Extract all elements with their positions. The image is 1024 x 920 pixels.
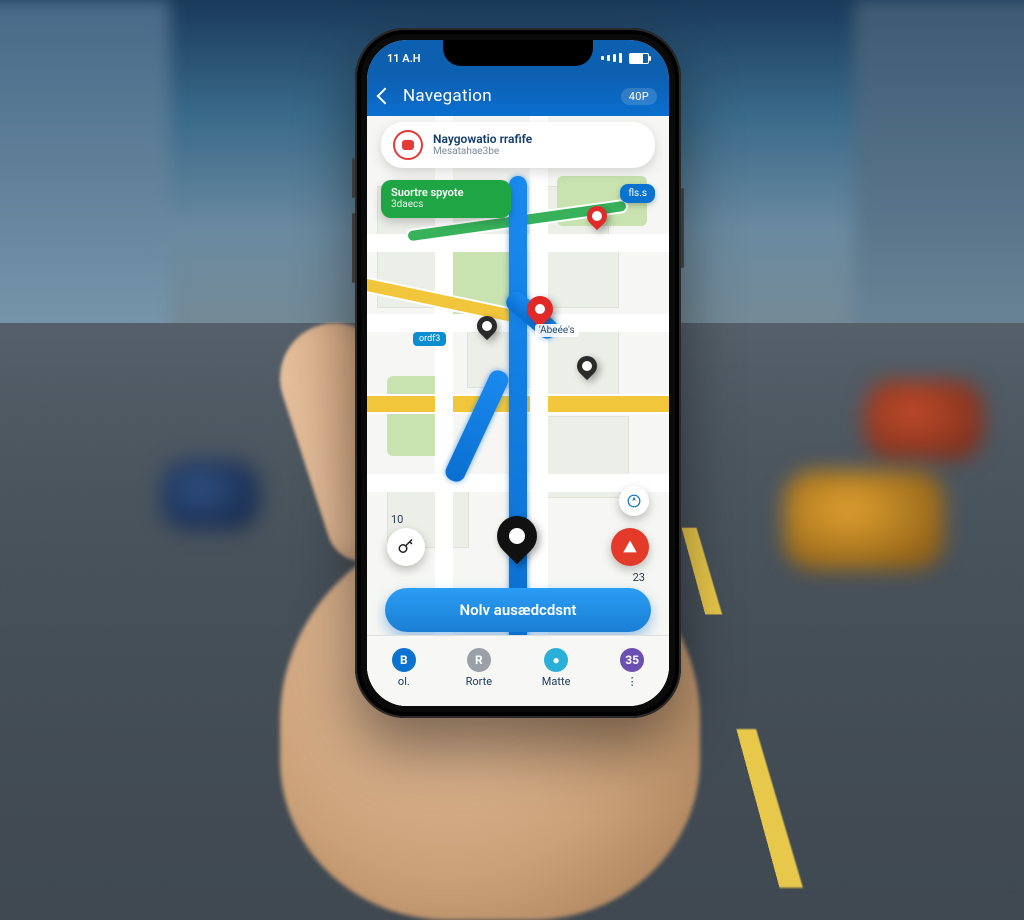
fab-layer-button[interactable] xyxy=(387,528,425,566)
tab-item[interactable]: B ol. xyxy=(392,648,416,688)
background-car xyxy=(864,380,984,460)
alert-icon xyxy=(622,539,638,555)
info-chip[interactable]: fls.s xyxy=(620,184,655,203)
phone-screen: 11 A.H Navegation 40P xyxy=(367,40,669,706)
fab-compass-button[interactable] xyxy=(619,486,649,516)
fab-count: 10 xyxy=(391,513,403,526)
fab-alert-button[interactable] xyxy=(611,528,649,566)
background-car xyxy=(784,470,944,570)
tab-icon: B xyxy=(392,648,416,672)
back-icon[interactable] xyxy=(377,88,394,105)
tab-label: ol. xyxy=(398,675,410,688)
info-pill-title: Naygowatio rrafife xyxy=(433,133,643,146)
tab-map[interactable]: ● Matte xyxy=(542,648,571,688)
app-header: Navegation 40P xyxy=(367,76,669,116)
eta-chip[interactable]: Suortre spyote 3daecs xyxy=(381,180,511,218)
header-badge[interactable]: 40P xyxy=(621,88,657,105)
status-icons xyxy=(601,53,649,64)
tab-more[interactable]: 35 ⋮ xyxy=(620,648,644,688)
search-info-pill[interactable]: Naygowatio rrafife Mesatahae3be xyxy=(381,122,655,168)
tab-label: Matte xyxy=(542,675,571,688)
eta-chip-line2: 3daecs xyxy=(391,199,501,210)
map-icon: ● xyxy=(544,648,568,672)
eta-chip-line1: Suortre spyote xyxy=(391,186,501,199)
header-title: Navegation xyxy=(403,86,492,106)
more-icon: 35 xyxy=(620,648,644,672)
bottom-tab-bar: B ol. R Rorte ● Matte 35 ⋮ xyxy=(367,635,669,706)
tab-label: Rorte xyxy=(466,675,492,688)
tab-label: ⋮ xyxy=(627,675,638,688)
notch xyxy=(443,40,593,66)
phone-device: 11 A.H Navegation 40P xyxy=(355,28,681,718)
info-pill-subtitle: Mesatahae3be xyxy=(433,146,643,157)
tab-route[interactable]: R Rorte xyxy=(466,648,492,688)
compass-icon xyxy=(627,494,641,508)
background-car xyxy=(160,460,260,530)
start-navigation-button[interactable]: Nolv ausædcdsnt xyxy=(385,588,651,632)
map-pin-label: 'Abeée's xyxy=(535,324,579,337)
chat-icon xyxy=(393,130,423,160)
key-icon xyxy=(397,538,415,556)
map-label-chip: ordf3 xyxy=(413,332,446,346)
fab-count: 23 xyxy=(633,571,645,584)
status-time: 11 A.H xyxy=(387,52,421,65)
cta-label: Nolv ausædcdsnt xyxy=(460,601,577,619)
route-icon: R xyxy=(467,648,491,672)
